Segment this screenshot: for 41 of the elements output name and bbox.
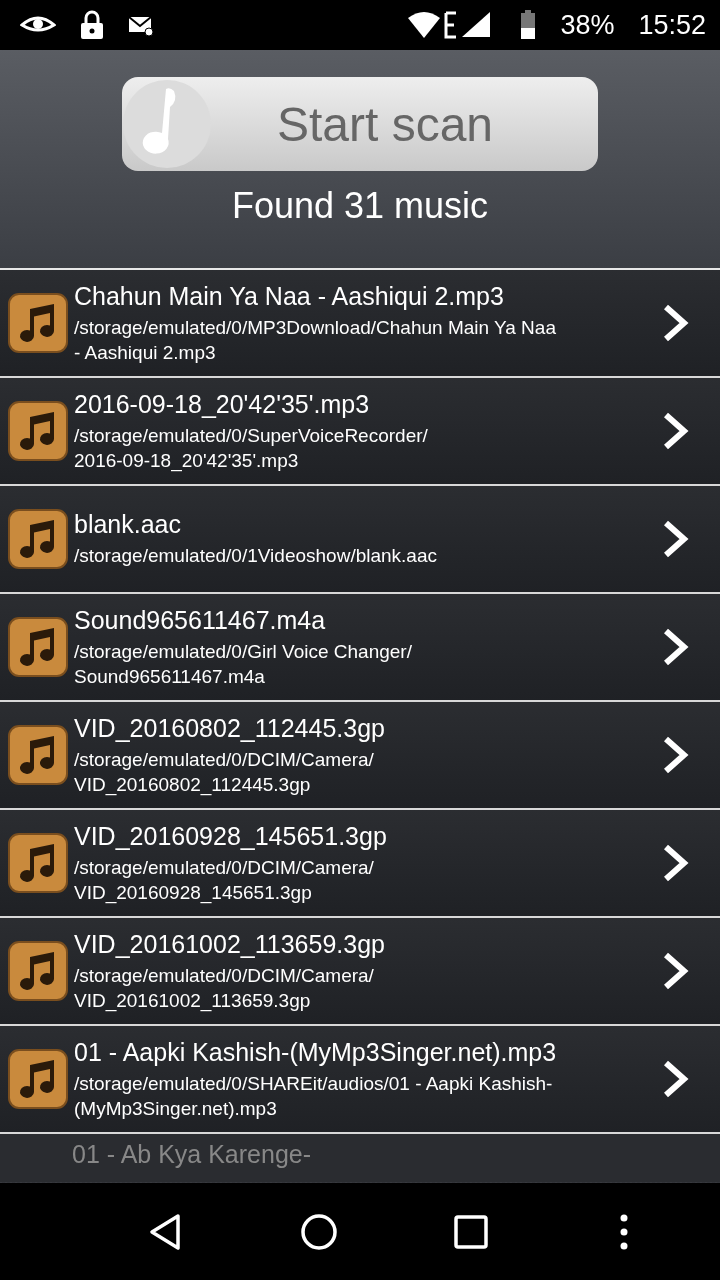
music-note-icon — [8, 725, 68, 785]
music-note-icon — [8, 1049, 68, 1109]
music-note-icon — [8, 833, 68, 893]
file-path: /storage/emulated/0/Girl Voice Changer/ Sound965611467.m4a — [74, 639, 413, 689]
file-row[interactable]: VID_20161002_113659.3gp /storage/emulated/0/DCIM/Camera/ VID_20161002_113659.3gp — [0, 918, 720, 1026]
file-row[interactable]: VID_20160802_112445.3gp /storage/emulated/0/DCIM/Camera/ VID_20160802_112445.3gp — [0, 702, 720, 810]
file-path: /storage/emulated/0/DCIM/Camera/ VID_20161002_113659.3gp — [74, 963, 375, 1013]
file-path: /storage/emulated/0/DCIM/Camera/ VID_20160802_112445.3gp — [74, 747, 375, 797]
file-title: VID_20160802_112445.3gp — [74, 713, 386, 743]
found-count: Found 31 music — [231, 185, 489, 227]
file-title: 01 - Ab Kya Karenge- — [72, 1139, 313, 1170]
file-row[interactable]: 2016-09-18_20'42'35'.mp3 /storage/emulated/0/SuperVoiceRecorder/ 2016-09-18_20'42'35'.mp3 — [0, 378, 720, 486]
file-title: VID_20161002_113659.3gp — [74, 929, 386, 959]
file-path: /storage/emulated/0/DCIM/Camera/ VID_20160928_145651.3gp — [74, 855, 375, 905]
file-row[interactable]: VID_20160928_145651.3gp /storage/emulated/0/DCIM/Camera/ VID_20160928_145651.3gp — [0, 810, 720, 918]
music-note-icon — [8, 509, 68, 569]
file-row[interactable]: Chahun Main Ya Naa - Aashiqui 2.mp3 /storage/emulated/0/MP3Download/Chahun Main Ya Naa - Aashiqui 2.mp3 — [0, 270, 720, 378]
file-row[interactable]: 01 - Aapki Kashish-(MyMp3Singer.net).mp3 /storage/emulated/0/SHAREit/audios/01 - Aapki Kashish- (MyMp3Singer.net).mp3 — [0, 1026, 720, 1134]
file-path: /storage/emulated/0/1Videoshow/blank.aac — [74, 544, 438, 568]
lock-icon — [80, 10, 104, 40]
file-row[interactable]: Sound965611467.m4a /storage/emulated/0/Girl Voice Changer/ Sound965611467.m4a — [0, 594, 720, 702]
file-title: 01 - Aapki Kashish-(MyMp3Singer.net).mp3 — [74, 1037, 558, 1067]
music-note-icon — [8, 293, 68, 353]
mail-icon — [128, 14, 154, 36]
music-note-icon — [8, 401, 68, 461]
file-title: blank.aac — [74, 510, 183, 539]
file-path: /storage/emulated/0/SHAREit/audios/01 - Aapki Kashish- (MyMp3Singer.net).mp3 — [74, 1071, 554, 1121]
file-path: /storage/emulated/0/SuperVoiceRecorder/ 2016-09-18_20'42'35'.mp3 — [74, 423, 429, 473]
home-icon[interactable] — [298, 1211, 339, 1252]
file-title: Chahun Main Ya Naa - Aashiqui 2.mp3 — [74, 281, 505, 311]
file-title: VID_20160928_145651.3gp — [74, 821, 388, 851]
music-note-icon — [8, 941, 68, 1001]
clock: 15:52 — [638, 9, 706, 41]
battery-percentage: 38% — [560, 9, 615, 41]
file-title: Sound965611467.m4a — [74, 605, 327, 635]
file-path: /storage/emulated/0/MP3Download/Chahun Main Ya Naa - Aashiqui 2.mp3 — [74, 315, 557, 365]
file-row[interactable]: blank.aac /storage/emulated/0/1Videoshow/blank.aac — [0, 486, 720, 594]
music-note-icon — [8, 617, 68, 677]
file-title: 2016-09-18_20'42'35'.mp3 — [74, 389, 371, 419]
battery-icon — [520, 10, 537, 40]
start-scan-button[interactable]: Start scan — [122, 77, 598, 171]
